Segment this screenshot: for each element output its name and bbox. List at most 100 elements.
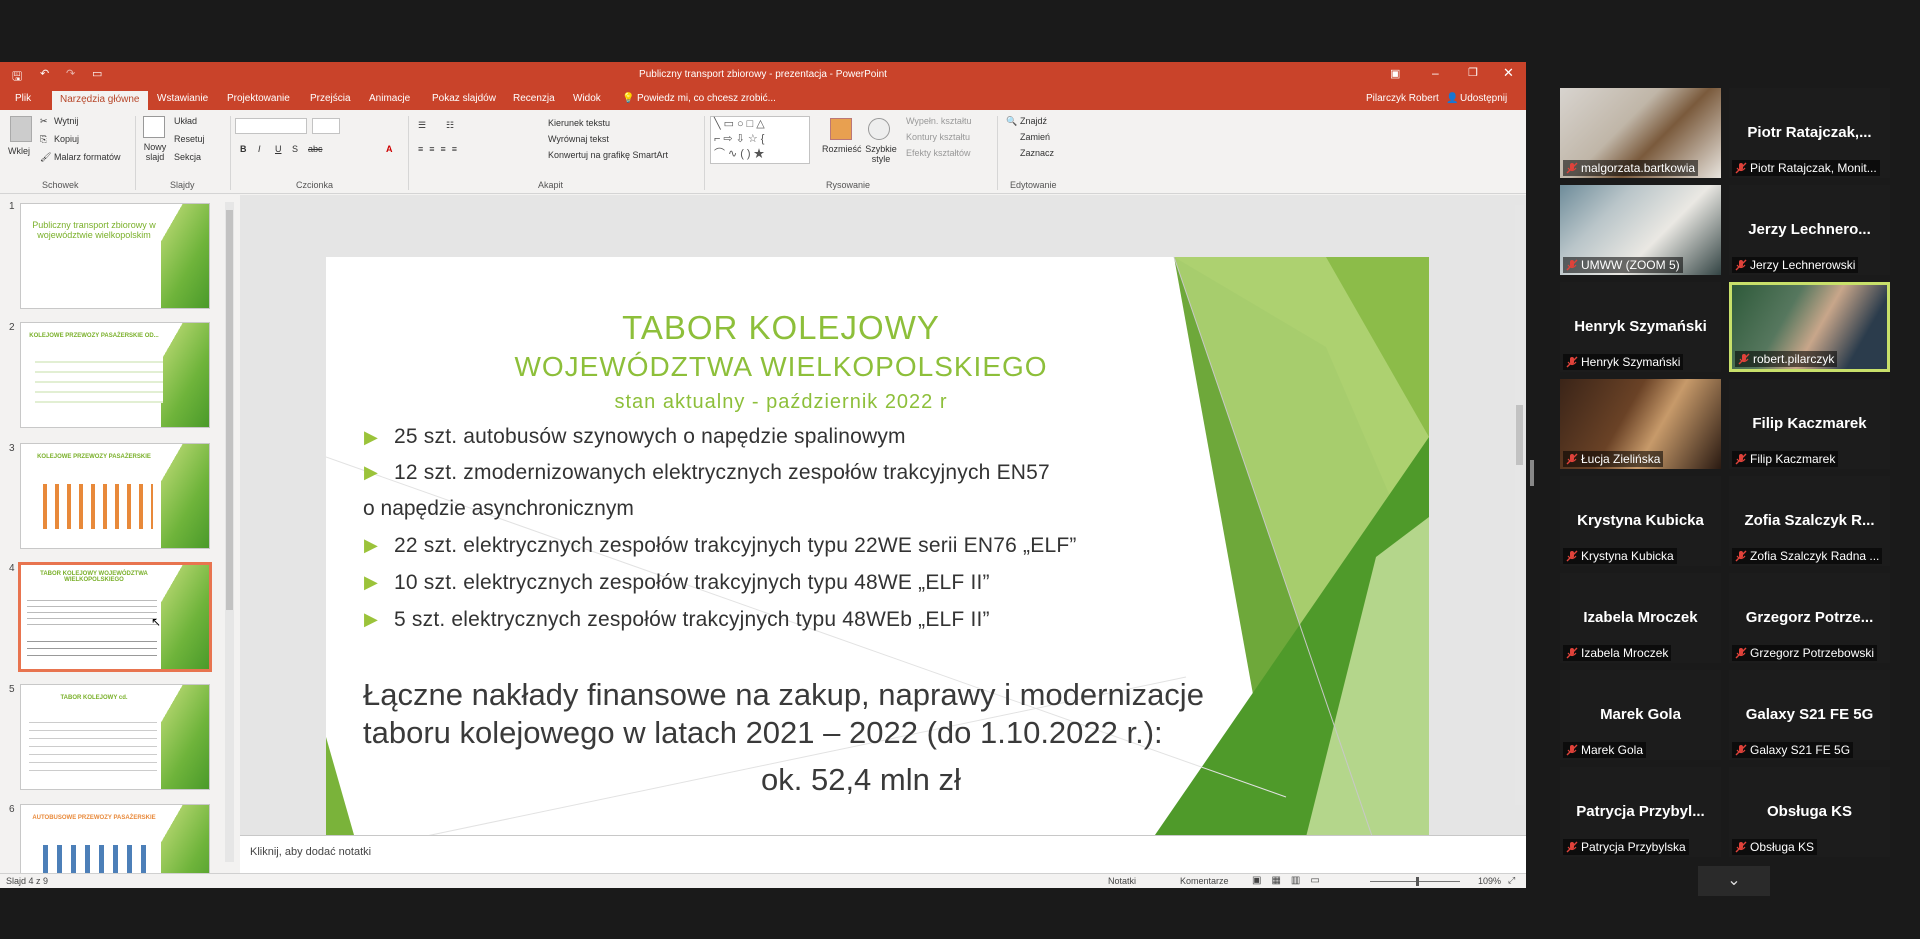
new-slide-icon[interactable] xyxy=(143,116,165,138)
find-button[interactable]: Znajdź xyxy=(1020,116,1047,126)
comments-button[interactable]: Komentarze xyxy=(1180,876,1229,886)
tab-animations[interactable]: Animacje xyxy=(369,93,410,104)
font-color-icon[interactable]: A xyxy=(386,144,393,154)
copy-button[interactable]: Kopiuj xyxy=(54,134,79,144)
scrollbar-thumb[interactable] xyxy=(226,210,233,610)
font-family-select[interactable] xyxy=(235,118,307,134)
reset-button[interactable]: Resetuj xyxy=(174,134,205,144)
arrange-button[interactable]: Rozmieść xyxy=(822,144,862,154)
bold-icon[interactable]: B xyxy=(240,144,247,154)
participant-tile[interactable]: Łucja Zielińska xyxy=(1560,379,1721,469)
copy-icon[interactable]: ⎘ xyxy=(40,134,47,145)
layout-button[interactable]: Układ xyxy=(174,116,197,126)
new-slide-button[interactable]: Nowy slajd xyxy=(140,142,170,162)
participant-name: Jerzy Lechnero... xyxy=(1748,221,1871,238)
notes-placeholder[interactable]: Kliknij, aby dodać notatki xyxy=(250,846,371,858)
thumbnails-scrollbar[interactable] xyxy=(225,202,234,862)
zoom-slider-handle[interactable] xyxy=(1416,877,1419,886)
shapes-gallery[interactable]: ╲▭○□△ ⌐⇨⇩☆{⌒∿()★ xyxy=(710,116,810,164)
thumbnail-slide-1[interactable]: Publiczny transport zbiorowy w województ… xyxy=(20,203,210,309)
arrange-icon[interactable] xyxy=(830,118,852,140)
tab-transitions[interactable]: Przejścia xyxy=(310,93,351,104)
gallery-next-page-button[interactable]: ⌄ xyxy=(1698,866,1770,896)
paste-icon[interactable] xyxy=(10,116,32,142)
summary-line-1: Łączne nakłady finansowe na zakup, napra… xyxy=(363,677,1204,712)
numbering-icon[interactable]: ☷ xyxy=(446,120,456,131)
fit-slide-icon[interactable]: ⤢ xyxy=(1508,875,1515,886)
participant-caption: Grzegorz Potrzebowski xyxy=(1732,645,1878,661)
zoom-slider[interactable] xyxy=(1370,881,1460,882)
maximize-icon[interactable]: ❐ xyxy=(1468,66,1478,79)
participant-tile[interactable]: Krystyna Kubicka Krystyna Kubicka xyxy=(1560,476,1721,566)
strikethrough-icon[interactable]: abc xyxy=(308,144,323,154)
minimize-icon[interactable]: – xyxy=(1432,66,1439,80)
thumbnail-title: AUTOBUSOWE PRZEWOZY PASAŻERSKIE xyxy=(32,815,156,821)
text-direction-button[interactable]: Kierunek tekstu xyxy=(548,118,610,128)
slide-scrollbar[interactable] xyxy=(1515,205,1524,805)
thumbnail-number: 2 xyxy=(9,322,15,333)
thumbnail-slide-5[interactable]: TABOR KOLEJOWY cd. xyxy=(20,684,210,790)
scrollbar-thumb[interactable] xyxy=(1516,405,1523,465)
participant-tile[interactable]: malgorzata.bartkowia xyxy=(1560,88,1721,178)
notes-pane[interactable]: Kliknij, aby dodać notatki xyxy=(240,835,1526,873)
thumbnail-table xyxy=(35,353,163,403)
tab-file[interactable]: Plik xyxy=(15,93,31,104)
participant-tile[interactable]: Obsługa KS Obsługa KS xyxy=(1729,767,1890,857)
notes-button[interactable]: Notatki xyxy=(1108,876,1136,886)
ribbon-options-icon[interactable]: ▣ xyxy=(1390,67,1400,80)
thumbnail-slide-4-selected[interactable]: TABOR KOLEJOWY WOJEWÓDZTWA WIELKOPOLSKIE… xyxy=(18,562,212,672)
paste-button[interactable]: Wklej xyxy=(8,146,30,156)
section-button[interactable]: Sekcja xyxy=(174,152,201,162)
align-text-button[interactable]: Wyrównaj tekst xyxy=(548,134,609,144)
current-slide[interactable]: TABOR KOLEJOWY WOJEWÓDZTWA WIELKOPOLSKIE… xyxy=(326,257,1429,877)
cut-button[interactable]: Wytnij xyxy=(54,116,78,126)
participant-tile[interactable]: Patrycja Przybyl... Patrycja Przybylska xyxy=(1560,767,1721,857)
participant-tile[interactable]: Filip Kaczmarek Filip Kaczmarek xyxy=(1729,379,1890,469)
find-icon[interactable]: 🔍 xyxy=(1006,116,1017,127)
shape-outline-button[interactable]: Kontury kształtu xyxy=(906,132,970,142)
zoom-level[interactable]: 109% xyxy=(1478,876,1501,886)
smartart-button[interactable]: Konwertuj na grafikę SmartArt xyxy=(548,150,668,160)
tell-me-box[interactable]: Powiedz mi, co chcesz zrobić... xyxy=(637,93,776,104)
participant-tile[interactable]: Galaxy S21 FE 5G Galaxy S21 FE 5G xyxy=(1729,670,1890,760)
select-button[interactable]: Zaznacz xyxy=(1020,148,1054,158)
format-painter-icon[interactable]: 🖌 xyxy=(40,152,51,163)
format-painter-button[interactable]: Malarz formatów xyxy=(54,152,121,162)
participant-tile[interactable]: Jerzy Lechnero... Jerzy Lechnerowski xyxy=(1729,185,1890,275)
user-name[interactable]: Pilarczyk Robert xyxy=(1366,93,1439,104)
thumbnail-slide-2[interactable]: KOLEJOWE PRZEWOZY PASAŻERSKIE OD... xyxy=(20,322,210,428)
quick-styles-button[interactable]: Szybkie style xyxy=(864,144,898,164)
tab-view[interactable]: Widok xyxy=(573,93,601,104)
tab-review[interactable]: Recenzja xyxy=(513,93,555,104)
font-size-select[interactable] xyxy=(312,118,340,134)
replace-button[interactable]: Zamień xyxy=(1020,132,1050,142)
close-icon[interactable]: ✕ xyxy=(1503,65,1514,81)
quick-styles-icon[interactable] xyxy=(868,118,890,140)
cut-icon[interactable]: ✂ xyxy=(40,116,48,127)
shape-effects-button[interactable]: Efekty kształtów xyxy=(906,148,971,158)
bullets-icon[interactable]: ☰ xyxy=(418,120,428,131)
tab-insert[interactable]: Wstawianie xyxy=(157,93,208,104)
underline-icon[interactable]: U xyxy=(275,144,282,154)
view-buttons[interactable]: ▣▦▥▭ xyxy=(1252,875,1330,886)
tab-home[interactable]: Narzędzia główne xyxy=(52,91,148,111)
thumbnail-slide-3[interactable]: KOLEJOWE PRZEWOZY PASAŻERSKIE xyxy=(20,443,210,549)
tab-design[interactable]: Projektowanie xyxy=(227,93,290,104)
split-handle[interactable] xyxy=(1530,460,1534,486)
tab-slideshow[interactable]: Pokaz slajdów xyxy=(432,93,496,104)
participant-tile[interactable]: Marek Gola Marek Gola xyxy=(1560,670,1721,760)
shape-fill-button[interactable]: Wypełn. kształtu xyxy=(906,116,971,126)
participant-tile[interactable]: UMWW (ZOOM 5) xyxy=(1560,185,1721,275)
align-icons[interactable]: ≡≡≡≡ xyxy=(418,144,463,154)
participant-tile[interactable]: Henryk Szymański Henryk Szymański xyxy=(1560,282,1721,372)
participant-tile[interactable]: robert.pilarczyk xyxy=(1729,282,1890,372)
participant-tile[interactable]: Zofia Szalczyk R... Zofia Szalczyk Radna … xyxy=(1729,476,1890,566)
participant-tile[interactable]: Grzegorz Potrze... Grzegorz Potrzebowski xyxy=(1729,573,1890,663)
participant-tile[interactable]: Izabela Mroczek Izabela Mroczek xyxy=(1560,573,1721,663)
participants-gallery: malgorzata.bartkowia Piotr Ratajczak,... P… xyxy=(1560,88,1900,908)
share-button[interactable]: Udostępnij xyxy=(1460,93,1507,104)
shadow-icon[interactable]: S xyxy=(292,144,298,154)
participant-tile[interactable]: Piotr Ratajczak,... Piotr Ratajczak, Moni… xyxy=(1729,88,1890,178)
participant-name: Grzegorz Potrze... xyxy=(1745,609,1874,626)
italic-icon[interactable]: I xyxy=(258,144,261,154)
